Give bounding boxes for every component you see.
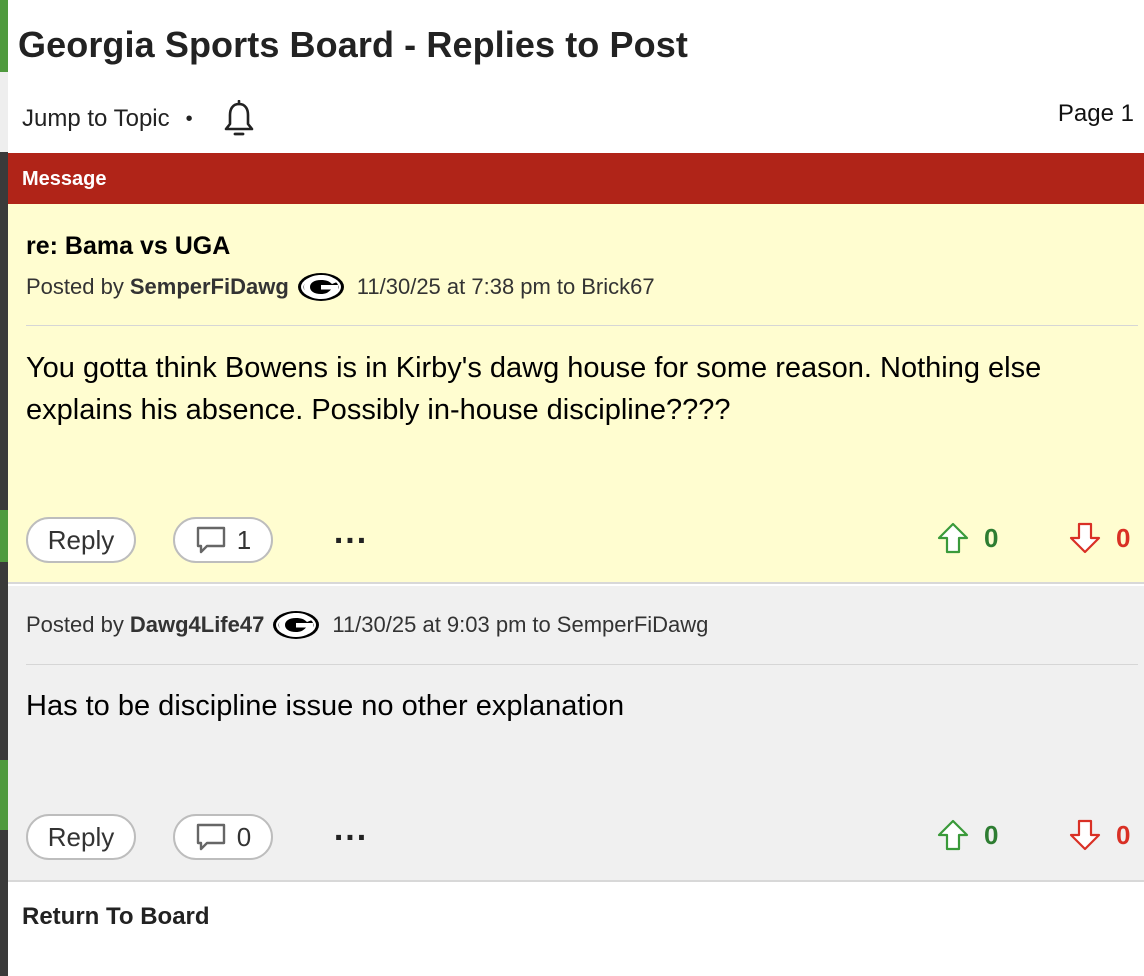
message-header-label: Message bbox=[22, 168, 107, 190]
post-title: re: Bama vs UGA bbox=[26, 232, 231, 260]
post-timestamp: 11/30/25 at 7:38 pm bbox=[356, 274, 551, 299]
post-divider bbox=[26, 325, 1138, 326]
downvote-button[interactable]: 0 bbox=[1068, 818, 1130, 852]
replies-panel: Georgia Sports Board - Replies to Post J… bbox=[8, 0, 1144, 976]
background-window-strip bbox=[0, 0, 8, 976]
jump-to-topic-link[interactable]: Jump to Topic bbox=[22, 105, 170, 133]
bell-icon[interactable] bbox=[223, 99, 255, 138]
upvote-button[interactable]: 0 bbox=[936, 818, 998, 852]
reply-to-user-link[interactable]: SemperFiDawg bbox=[557, 612, 709, 638]
topic-toolbar: Jump to Topic • bbox=[22, 99, 255, 138]
downvote-count: 0 bbox=[1116, 522, 1131, 553]
upvote-count: 0 bbox=[984, 819, 999, 850]
georgia-g-logo-icon bbox=[272, 610, 320, 640]
comment-bubble-icon bbox=[196, 526, 225, 554]
arrow-down-icon bbox=[1069, 819, 1101, 851]
arrow-up-icon bbox=[937, 819, 969, 851]
message-header-bar: Message bbox=[8, 153, 1144, 204]
more-dots-icon: ... bbox=[333, 512, 369, 551]
post-actions: Reply 1 ... 0 0 bbox=[26, 513, 1138, 565]
georgia-g-logo-icon bbox=[297, 272, 345, 302]
reply-button[interactable]: Reply bbox=[26, 814, 136, 860]
arrow-down-icon bbox=[1069, 522, 1101, 554]
author-link[interactable]: SemperFiDawg bbox=[130, 274, 289, 300]
posted-by-label: Posted by bbox=[26, 274, 124, 299]
post-timestamp: 11/30/25 at 9:03 pm bbox=[332, 612, 527, 637]
author-link[interactable]: Dawg4Life47 bbox=[130, 612, 265, 638]
reply-to-user-link[interactable]: Brick67 bbox=[581, 274, 654, 300]
separator-dot: • bbox=[185, 107, 193, 130]
more-options-button[interactable]: ... bbox=[326, 513, 376, 563]
page-title: Georgia Sports Board - Replies to Post bbox=[18, 24, 688, 65]
post-body: You gotta think Bowens is in Kirby's daw… bbox=[26, 352, 1042, 426]
comment-bubble-icon bbox=[196, 823, 225, 851]
post-meta: Posted by Dawg4Life47 11/30/25 at 9:03 p… bbox=[26, 610, 708, 640]
downvote-count: 0 bbox=[1116, 819, 1131, 850]
arrow-up-icon bbox=[937, 522, 969, 554]
return-to-board-link[interactable]: Return To Board bbox=[22, 903, 210, 931]
post-item: Posted by Dawg4Life47 11/30/25 at 9:03 p… bbox=[8, 586, 1144, 882]
page-indicator: Page 1 bbox=[1057, 100, 1134, 127]
post-item: re: Bama vs UGA Posted by SemperFiDawg 1… bbox=[8, 204, 1144, 584]
more-options-button[interactable]: ... bbox=[326, 810, 376, 860]
upvote-button[interactable]: 0 bbox=[936, 521, 998, 555]
comment-count: 1 bbox=[236, 524, 252, 555]
upvote-count: 0 bbox=[984, 522, 999, 553]
comment-count: 0 bbox=[236, 821, 252, 852]
post-divider bbox=[26, 664, 1138, 665]
posted-by-label: Posted by bbox=[26, 612, 124, 637]
more-dots-icon: ... bbox=[333, 809, 369, 848]
comments-button[interactable]: 1 bbox=[173, 517, 273, 563]
to-label: to bbox=[532, 612, 551, 637]
to-label: to bbox=[556, 274, 576, 299]
comments-button[interactable]: 0 bbox=[173, 814, 273, 860]
post-meta: Posted by SemperFiDawg 11/30/25 at 7:38 … bbox=[26, 272, 655, 302]
post-body: Has to be discipline issue no other expl… bbox=[26, 690, 625, 722]
downvote-button[interactable]: 0 bbox=[1068, 521, 1130, 555]
reply-button[interactable]: Reply bbox=[26, 517, 136, 563]
post-actions: Reply 0 ... 0 0 bbox=[26, 810, 1138, 862]
